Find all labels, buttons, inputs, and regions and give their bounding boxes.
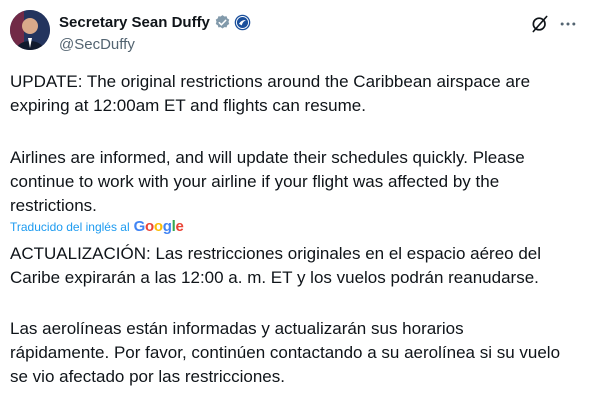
- translated-text-paragraph-1: ACTUALIZACIÓN: Las restricciones origina…: [10, 244, 542, 287]
- translation-label: Traducido del inglés al: [10, 219, 130, 234]
- author-display-name[interactable]: Secretary Sean Duffy: [59, 14, 210, 31]
- avatar[interactable]: [10, 10, 50, 50]
- grok-icon[interactable]: [530, 14, 550, 34]
- google-logo: Google: [133, 218, 184, 235]
- author-handle[interactable]: @SecDuffy: [59, 36, 135, 53]
- translated-text-paragraph-2: Las aerolíneas están informadas y actual…: [10, 319, 561, 386]
- post-text-paragraph-2: Airlines are informed, and will update t…: [10, 148, 525, 215]
- more-icon[interactable]: [558, 14, 578, 34]
- verified-badge-icon: [214, 14, 231, 31]
- government-affiliation-icon[interactable]: [234, 14, 251, 31]
- post-meta-cutoff: [10, 398, 230, 408]
- avatar-image: [10, 10, 50, 50]
- post-text-paragraph-1: UPDATE: The original restrictions around…: [10, 72, 531, 115]
- translation-attribution[interactable]: Traducido del inglés al Google: [10, 218, 184, 235]
- post-card: Secretary Sean Duffy @SecDuffy UPDATE: T…: [0, 0, 596, 405]
- author-name-row: Secretary Sean Duffy: [59, 14, 251, 31]
